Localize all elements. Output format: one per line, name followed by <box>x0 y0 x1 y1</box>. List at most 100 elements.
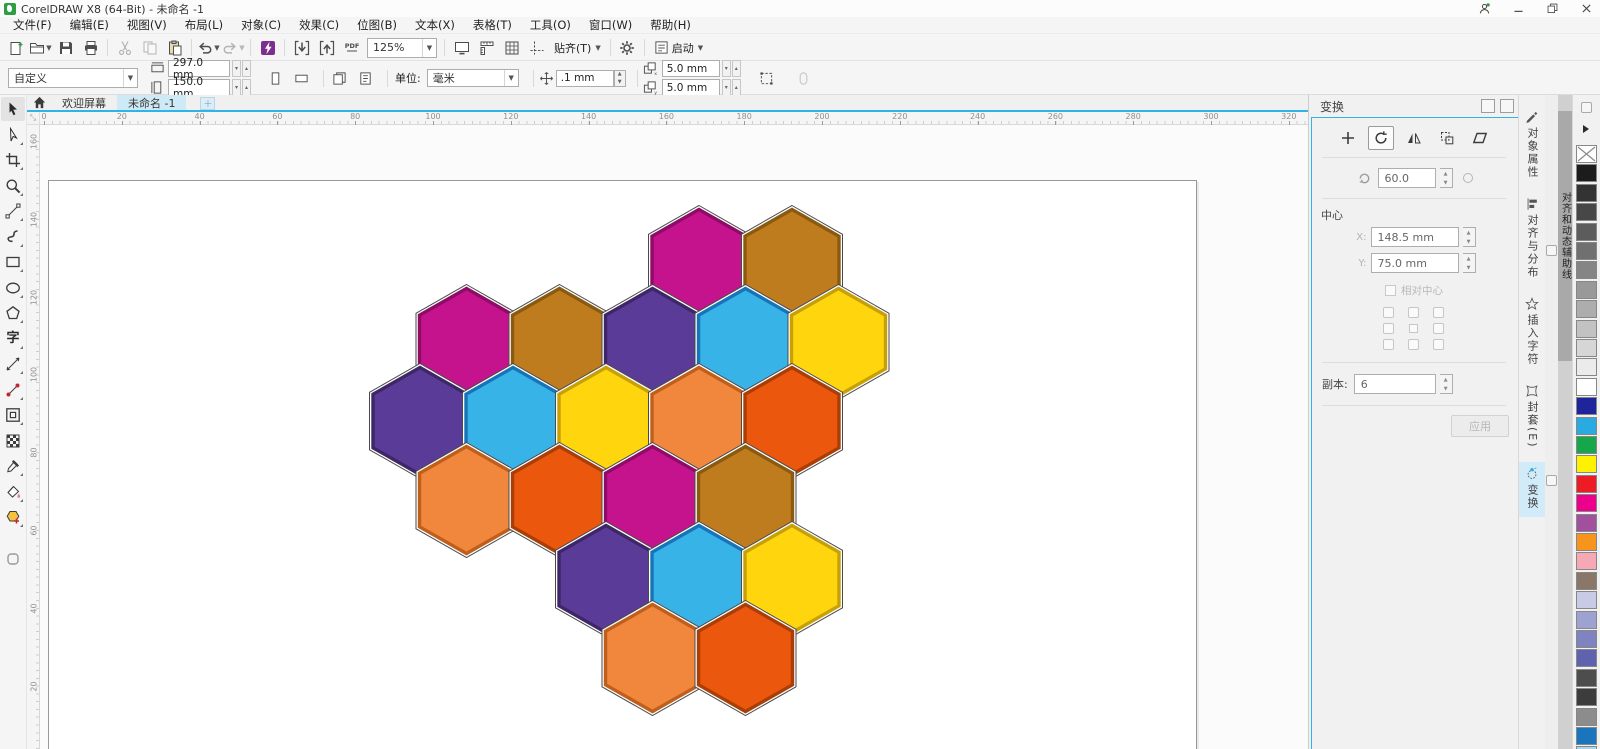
duplicate-y-field[interactable]: 5.0 mm <box>661 79 720 96</box>
color-swatch[interactable] <box>1576 222 1597 241</box>
menu-item[interactable]: 帮助(H) <box>641 17 700 34</box>
menu-item[interactable]: 效果(C) <box>290 17 348 34</box>
menu-item[interactable]: 对象(C) <box>232 17 290 34</box>
menu-item[interactable]: 文本(X) <box>406 17 464 34</box>
duplicate-y-spinner[interactable]: ▾ ▴ <box>721 79 741 96</box>
color-swatch[interactable] <box>1576 183 1597 202</box>
color-swatch[interactable] <box>1576 707 1597 726</box>
docker-close-button[interactable] <box>1500 99 1514 113</box>
no-color-swatch[interactable] <box>1576 145 1597 163</box>
duplicate-x-spinner[interactable]: ▾ ▴ <box>721 60 741 77</box>
show-rulers-button[interactable] <box>474 36 499 59</box>
smart-fill-tool-icon[interactable] <box>1 505 25 529</box>
rotation-angle-spinner[interactable]: ▲ ▼ <box>1439 168 1453 188</box>
color-swatch[interactable] <box>1576 319 1597 338</box>
fullscreen-preview-button[interactable] <box>449 36 474 59</box>
anchor-point[interactable] <box>1382 339 1394 350</box>
docker-tab[interactable]: 对齐与分布 <box>1519 192 1545 286</box>
color-swatch[interactable] <box>1576 339 1597 357</box>
docker-tab[interactable]: 封套(E) <box>1519 379 1545 456</box>
anchor-point[interactable] <box>1382 323 1394 334</box>
transform-mode-rotate-icon[interactable] <box>1368 126 1394 150</box>
anchor-point[interactable] <box>1432 323 1444 334</box>
menu-item[interactable]: 窗口(W) <box>580 17 641 34</box>
page-width-spinner[interactable]: ▾ ▴ <box>232 60 251 77</box>
color-swatch[interactable] <box>1576 494 1597 513</box>
transform-mode-size-icon[interactable] <box>1434 126 1460 150</box>
transform-mode-skew-icon[interactable] <box>1467 126 1493 150</box>
search-content-button[interactable] <box>255 36 280 59</box>
color-swatch[interactable] <box>1576 688 1597 707</box>
color-swatch[interactable] <box>1576 358 1597 377</box>
page-height-spinner[interactable]: ▾ ▴ <box>232 79 251 96</box>
menu-item[interactable]: 视图(V) <box>118 17 176 34</box>
page-preset-select[interactable]: 自定义 ▼ <box>8 68 138 88</box>
transform-mode-scale-mirror-icon[interactable] <box>1401 126 1427 150</box>
horizontal-ruler[interactable]: 0 20 40 60 80 100 120 140 160 180 200 220 240 260 280 3… <box>40 112 1308 125</box>
tab-alignment-guides[interactable]: 对齐和动态辅助线 <box>1558 111 1572 361</box>
color-swatch[interactable] <box>1576 280 1597 299</box>
drawing-canvas[interactable] <box>40 125 1308 749</box>
restore-button[interactable] <box>1544 1 1560 16</box>
copy-button[interactable] <box>137 36 162 59</box>
transform-mode-position-icon[interactable] <box>1335 126 1361 150</box>
save-button[interactable] <box>53 36 78 59</box>
snap-to-dropdown[interactable]: 贴齐(T) ▼ <box>549 36 606 59</box>
color-swatch[interactable] <box>1576 416 1597 435</box>
connector-tool-icon[interactable] <box>1 378 25 402</box>
center-x-spinner[interactable]: ▲ ▼ <box>1462 227 1476 247</box>
color-swatch[interactable] <box>1576 300 1597 319</box>
artistic-media-tool-icon[interactable] <box>1 225 25 249</box>
document-tab[interactable]: 欢迎屏幕 <box>51 95 117 110</box>
color-swatch[interactable] <box>1576 164 1597 183</box>
outline-tool-icon[interactable] <box>1 547 25 571</box>
treat-as-filled-button[interactable] <box>756 67 778 89</box>
rotation-angle-field[interactable]: 60.0 <box>1377 168 1436 188</box>
color-swatch[interactable] <box>1576 727 1597 745</box>
color-swatch[interactable] <box>1576 610 1597 629</box>
anchor-point[interactable] <box>1408 324 1418 333</box>
color-swatch[interactable] <box>1576 242 1597 260</box>
docker-collapse-button[interactable] <box>1546 475 1557 486</box>
menu-item[interactable]: 位图(B) <box>348 17 406 34</box>
color-swatch[interactable] <box>1576 455 1597 474</box>
new-tab-button[interactable]: ＋ <box>200 97 216 110</box>
close-button[interactable] <box>1578 1 1594 16</box>
cut-button[interactable] <box>112 36 137 59</box>
anchor-point[interactable] <box>1407 307 1419 318</box>
dimension-tool-icon[interactable] <box>1 352 25 376</box>
color-swatch[interactable] <box>1576 513 1597 532</box>
show-guidelines-button[interactable] <box>524 36 549 59</box>
menu-item[interactable]: 文件(F) <box>4 17 61 34</box>
apply-button[interactable]: 应用 <box>1451 415 1509 437</box>
center-y-field[interactable]: 75.0 mm <box>1370 253 1459 273</box>
color-swatch[interactable] <box>1576 571 1597 590</box>
all-pages-button[interactable] <box>328 67 350 89</box>
anchor-point[interactable] <box>1382 307 1394 318</box>
center-y-spinner[interactable]: ▲ ▼ <box>1462 253 1476 273</box>
color-swatch[interactable] <box>1576 397 1597 416</box>
menu-item[interactable]: 布局(L) <box>176 17 232 34</box>
color-swatch[interactable] <box>1576 261 1597 280</box>
color-swatch[interactable] <box>1576 668 1597 687</box>
units-select[interactable]: 毫米 ▼ <box>426 69 519 87</box>
docker-tab[interactable]: 对象属性 <box>1519 105 1545 186</box>
docker-collapse-button[interactable] <box>1546 245 1557 256</box>
eyedropper-tool-icon[interactable] <box>1 454 25 478</box>
page-width-field[interactable]: 297.0 mm <box>168 57 230 81</box>
ellipse-tool-icon[interactable] <box>1 276 25 300</box>
docker-tab[interactable]: 插入字符 <box>1519 292 1545 373</box>
open-button[interactable]: ▼ <box>28 36 53 59</box>
portrait-button[interactable] <box>264 67 286 89</box>
landscape-button[interactable] <box>290 67 312 89</box>
account-icon[interactable] <box>1476 1 1492 16</box>
color-swatch[interactable] <box>1576 533 1597 551</box>
color-swatch[interactable] <box>1576 203 1597 222</box>
color-swatch[interactable] <box>1576 436 1597 454</box>
color-swatch[interactable] <box>1576 377 1597 396</box>
current-page-button[interactable] <box>354 67 376 89</box>
center-x-field[interactable]: 148.5 mm <box>1370 227 1459 247</box>
freehand-tool-icon[interactable] <box>1 199 25 223</box>
interactive-fill-tool-icon[interactable] <box>1 480 25 504</box>
document-tab[interactable]: 未命名 -1 <box>117 95 187 110</box>
